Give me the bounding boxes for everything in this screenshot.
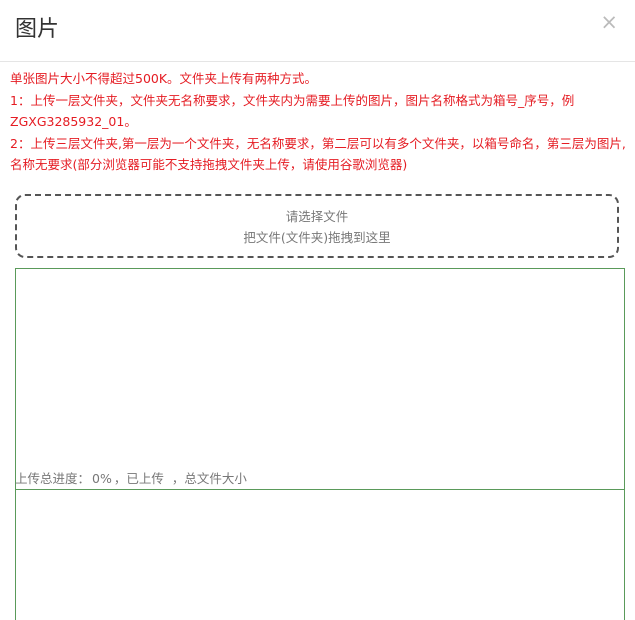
- upload-progress-summary: 上传总进度： 0% ，已上传 ，总文件大小: [15, 470, 251, 488]
- instruction-method-2: 2：上传三层文件夹,第一层为一个文件夹，无名称要求，第二层可以有多个文件夹，以箱…: [10, 135, 626, 173]
- upload-instructions: 单张图片大小不得超过500K。文件夹上传有两种方式。 1：上传一层文件夹，文件夹…: [10, 68, 630, 176]
- file-list-panel: [15, 268, 625, 490]
- dialog-title: 图片: [15, 17, 60, 42]
- file-dropzone[interactable]: 请选择文件 把文件(文件夹)拖拽到这里: [15, 194, 619, 258]
- upload-queue-panel: [15, 489, 625, 620]
- instruction-size-limit: 单张图片大小不得超过500K。文件夹上传有两种方式。: [10, 71, 318, 86]
- progress-label: 上传总进度：: [15, 471, 91, 486]
- upload-dialog: 图片 × 单张图片大小不得超过500K。文件夹上传有两种方式。 1：上传一层文件…: [0, 0, 635, 620]
- dialog-header: 图片 ×: [0, 0, 635, 62]
- instruction-method-1: 1：上传一层文件夹，文件夹无名称要求，文件夹内为需要上传的图片，图片名称格式为箱…: [10, 92, 575, 130]
- close-icon[interactable]: ×: [600, 10, 618, 34]
- drag-hint: 把文件(文件夹)拖拽到这里: [243, 230, 391, 245]
- select-file-link[interactable]: 请选择文件: [286, 209, 349, 224]
- uploaded-label: ，已上传: [113, 471, 164, 486]
- progress-percent: 0%: [92, 471, 112, 486]
- total-size-label: ，总文件大小: [171, 471, 247, 486]
